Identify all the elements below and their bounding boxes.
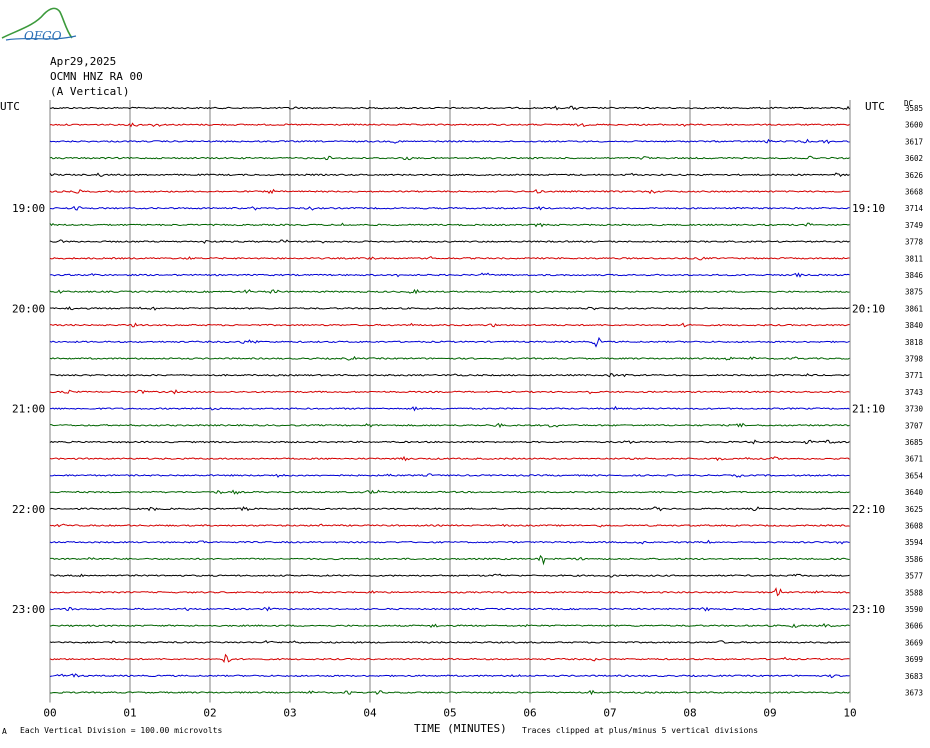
dc-value-label: 3594	[905, 538, 924, 547]
left-timezone-label: UTC	[0, 100, 20, 113]
left-time-label: 23:00	[12, 603, 45, 616]
dc-value-label: 3606	[905, 622, 924, 631]
dc-value-label: 3749	[905, 221, 923, 230]
dc-value-label: 3626	[905, 171, 924, 180]
dc-value-label: 3625	[905, 505, 923, 514]
dc-value-labels: 3585 3600 3617 3602 3626 3668 3714 3749 3778 3811…	[905, 104, 924, 698]
dc-value-label: 3602	[905, 154, 923, 163]
x-tick-label: 09	[763, 707, 776, 720]
scale-note: Each Vertical Division = 100.00 microvol…	[20, 726, 222, 735]
clip-note: Traces clipped at plus/minus 5 vertical …	[522, 726, 758, 735]
dc-value-label: 3585	[905, 104, 923, 113]
dc-value-label: 3673	[905, 689, 923, 698]
dc-value-label: 3743	[905, 388, 923, 397]
dc-value-label: 3685	[905, 438, 923, 447]
helicorder-plot: OFGO Apr29,2025 OCMN HNZ RA 00 (A Vertic…	[0, 0, 930, 744]
left-time-labels: 19:00 20:00 21:00 22:00 23:00	[12, 202, 45, 616]
dc-value-label: 3818	[905, 338, 924, 347]
dc-value-label: 3640	[905, 488, 924, 497]
dc-value-label: 3699	[905, 655, 923, 664]
dc-value-label: 3608	[905, 522, 924, 531]
dc-value-label: 3668	[905, 188, 924, 197]
component-label: (A Vertical)	[50, 85, 129, 98]
x-tick-label: 01	[123, 707, 136, 720]
dc-value-label: 3811	[905, 254, 923, 263]
x-tick-label: 07	[603, 707, 616, 720]
x-tick-labels: 00 01 02 03 04 05 06 07 08 09 10	[43, 707, 856, 720]
right-time-label: 22:10	[852, 503, 885, 516]
dc-value-label: 3669	[905, 638, 923, 647]
left-time-label: 22:00	[12, 503, 45, 516]
left-time-label: 20:00	[12, 302, 45, 315]
station-label: OCMN HNZ RA 00	[50, 70, 143, 83]
dc-value-label: 3846	[905, 271, 924, 280]
dc-value-label: 3875	[905, 288, 923, 297]
x-tick-label: 08	[683, 707, 696, 720]
helicorder-svg: OFGO Apr29,2025 OCMN HNZ RA 00 (A Vertic…	[0, 7, 924, 736]
x-tick-label: 06	[523, 707, 536, 720]
x-tick-label: 04	[363, 707, 377, 720]
x-tick-label: 03	[283, 707, 296, 720]
dc-value-label: 3778	[905, 238, 924, 247]
right-time-label: 23:10	[852, 603, 885, 616]
dc-value-label: 3771	[905, 371, 923, 380]
x-tick-label: 00	[43, 707, 56, 720]
dc-value-label: 3730	[905, 405, 924, 414]
logo-text: OFGO	[24, 29, 62, 43]
x-axis-label: TIME (MINUTES)	[414, 722, 507, 735]
dc-value-label: 3714	[905, 204, 924, 213]
right-time-labels: 19:10 20:10 21:10 22:10 23:10	[852, 202, 885, 616]
dc-value-label: 3588	[905, 588, 924, 597]
dc-value-label: 3617	[905, 137, 923, 146]
ofgo-logo: OFGO	[1, 7, 77, 43]
dc-value-label: 3798	[905, 355, 924, 364]
dc-value-label: 3840	[905, 321, 924, 330]
right-time-label: 19:10	[852, 202, 885, 215]
dc-value-label: 3600	[905, 121, 924, 130]
dc-value-label: 3861	[905, 304, 923, 313]
left-time-label: 21:00	[12, 403, 45, 416]
date-label: Apr29,2025	[50, 55, 116, 68]
right-time-label: 21:10	[852, 403, 885, 416]
minute-grid	[49, 100, 851, 703]
corner-mark: A	[2, 727, 7, 736]
right-timezone-label: UTC	[865, 100, 885, 113]
dc-value-label: 3577	[905, 572, 923, 581]
x-tick-label: 10	[843, 707, 856, 720]
dc-value-label: 3683	[905, 672, 923, 681]
x-tick-label: 05	[443, 707, 456, 720]
dc-value-label: 3586	[905, 555, 924, 564]
x-tick-label: 02	[203, 707, 216, 720]
dc-value-label: 3590	[905, 605, 924, 614]
dc-value-label: 3654	[905, 471, 924, 480]
dc-value-label: 3671	[905, 455, 923, 464]
right-time-label: 20:10	[852, 302, 885, 315]
dc-value-label: 3707	[905, 421, 923, 430]
left-time-label: 19:00	[12, 202, 45, 215]
